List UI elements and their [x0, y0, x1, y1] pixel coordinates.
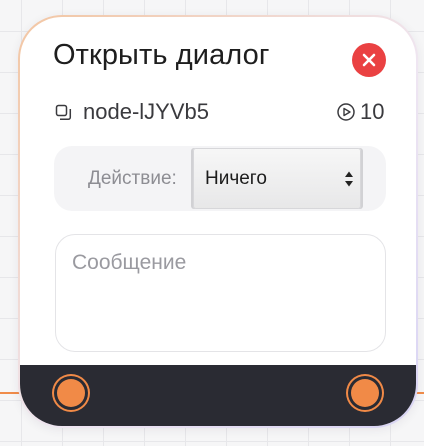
chevron-up-down-icon — [345, 171, 353, 187]
dialog-node[interactable]: Открыть диалог node-lJYVb5 10 Действие: … — [18, 15, 418, 428]
action-select[interactable]: Ничего — [193, 148, 361, 209]
node-title: Открыть диалог — [53, 39, 270, 71]
message-field[interactable]: Сообщение — [55, 234, 386, 352]
message-placeholder: Сообщение — [72, 251, 187, 274]
copy-icon[interactable] — [55, 104, 72, 121]
play-circle-icon — [337, 103, 355, 121]
action-row: Действие: Ничего — [54, 146, 386, 211]
node-id-text: node-lJYVb5 — [83, 99, 209, 124]
node-id[interactable]: node-lJYVb5 — [55, 99, 209, 125]
action-select-value: Ничего — [205, 168, 267, 189]
run-count-value: 10 — [360, 99, 385, 124]
output-port[interactable] — [351, 379, 379, 407]
close-button[interactable] — [352, 43, 386, 77]
close-icon — [362, 53, 376, 67]
input-port[interactable] — [57, 379, 85, 407]
run-count: 10 — [336, 99, 384, 125]
action-label: Действие: — [88, 168, 177, 189]
